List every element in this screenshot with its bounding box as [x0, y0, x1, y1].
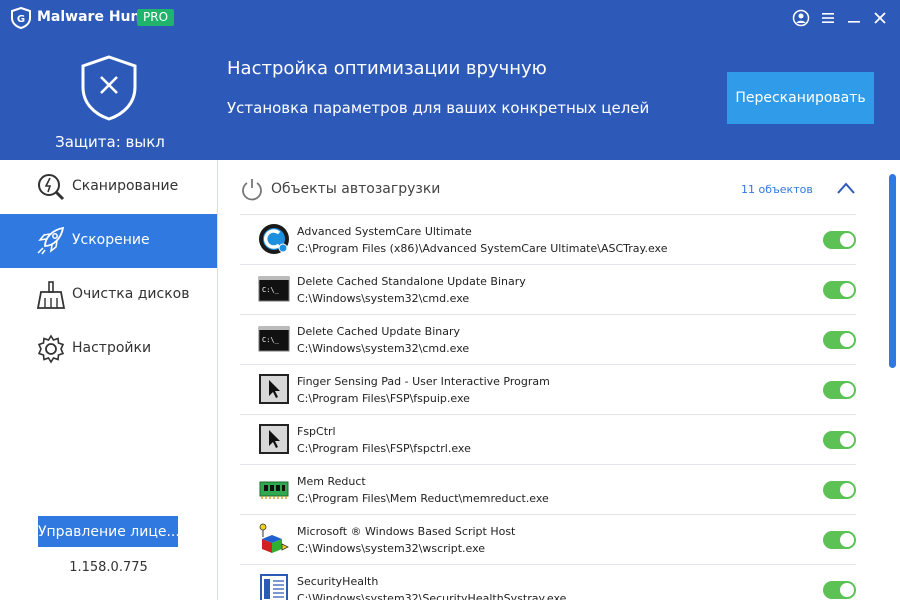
titlebar: G Malware Hunter PRO — [0, 0, 900, 36]
startup-toggle[interactable] — [823, 581, 856, 599]
startup-toggle[interactable] — [823, 431, 856, 449]
toggle-knob — [840, 383, 854, 397]
item-path: C:\Program Files\Mem Reduct\memreduct.ex… — [297, 492, 549, 505]
scrollbar[interactable] — [889, 174, 896, 368]
power-icon — [242, 179, 262, 201]
items-count: 11 объектов — [741, 183, 813, 196]
protection-status: Защита: выкл — [55, 133, 165, 151]
startup-toggle[interactable] — [823, 281, 856, 299]
svg-text:C:\_: C:\_ — [262, 336, 280, 344]
minimize-icon[interactable] — [845, 9, 863, 27]
toggle-knob — [840, 583, 854, 597]
script-host-icon — [259, 523, 289, 553]
list-item: Finger Sensing Pad - User Interactive Pr… — [240, 365, 856, 415]
memory-chip-icon — [259, 481, 289, 499]
sidebar-item-disk-cleanup[interactable]: Очистка дисков — [0, 268, 217, 322]
app-logo-icon: G — [11, 7, 31, 29]
item-path: C:\Windows\system32\cmd.exe — [297, 342, 470, 355]
startup-panel: Объекты автозагрузки 11 объектов Advance… — [218, 160, 900, 600]
gear-icon — [37, 334, 65, 364]
startup-list: Advanced SystemCare Ultimate C:\Program … — [240, 215, 856, 600]
item-path: C:\Program Files\FSP\fspuip.exe — [297, 392, 470, 405]
rescan-button[interactable]: Пересканировать — [727, 72, 874, 124]
header: G Malware Hunter PRO Защита: выкл Настро… — [0, 0, 900, 160]
rocket-icon — [37, 226, 65, 255]
section-header: Объекты автозагрузки 11 объектов — [240, 160, 856, 215]
sidebar-item-label: Ускорение — [72, 232, 150, 248]
document-icon — [260, 574, 288, 600]
item-path: C:\Windows\system32\wscript.exe — [297, 542, 486, 555]
svg-text:G: G — [17, 14, 25, 25]
page-subtitle: Установка параметров для ваших конкретны… — [227, 99, 650, 117]
sidebar: Сканирование Ускорение Очистка дисков На… — [0, 160, 218, 600]
chevron-up-icon[interactable] — [836, 180, 856, 196]
item-name: Mem Reduct — [297, 475, 366, 488]
item-path: C:\Windows\system32\cmd.exe — [297, 292, 470, 305]
broom-icon — [36, 281, 66, 309]
license-management-button[interactable]: Управление лице... — [38, 516, 178, 547]
startup-toggle[interactable] — [823, 531, 856, 549]
shield-off-icon — [81, 55, 137, 121]
svg-text:C:\_: C:\_ — [262, 286, 280, 294]
pro-badge: PRO — [137, 9, 175, 26]
sidebar-item-settings[interactable]: Настройки — [0, 322, 217, 376]
sidebar-item-scan[interactable]: Сканирование — [0, 160, 217, 214]
item-path: C:\Program Files\FSP\fspctrl.exe — [297, 442, 471, 455]
startup-toggle[interactable] — [823, 231, 856, 249]
list-item: Mem Reduct C:\Program Files\Mem Reduct\m… — [240, 465, 856, 515]
item-name: FspCtrl — [297, 425, 336, 438]
account-icon[interactable] — [792, 9, 810, 27]
startup-toggle[interactable] — [823, 331, 856, 349]
menu-icon[interactable] — [819, 9, 837, 27]
item-path: C:\Program Files (x86)\Advanced SystemCa… — [297, 242, 668, 255]
list-item: FspCtrl C:\Program Files\FSP\fspctrl.exe — [240, 415, 856, 465]
toggle-knob — [840, 533, 854, 547]
list-item: Microsoft ® Windows Based Script Host C:… — [240, 515, 856, 565]
toggle-knob — [840, 233, 854, 247]
item-name: Microsoft ® Windows Based Script Host — [297, 525, 516, 538]
toggle-knob — [840, 483, 854, 497]
close-icon[interactable] — [871, 9, 889, 27]
cmd-icon: C:\_ — [258, 326, 290, 352]
list-item: C:\_ Delete Cached Standalone Update Bin… — [240, 265, 856, 315]
section-title: Объекты автозагрузки — [271, 181, 441, 197]
item-name: Delete Cached Standalone Update Binary — [297, 275, 526, 288]
toggle-knob — [840, 333, 854, 347]
cmd-icon: C:\_ — [258, 276, 290, 302]
version-label: 1.158.0.775 — [69, 560, 148, 575]
advanced-systemcare-icon — [259, 224, 289, 254]
item-name: Finger Sensing Pad - User Interactive Pr… — [297, 375, 550, 388]
item-name: Advanced SystemCare Ultimate — [297, 225, 472, 238]
startup-toggle[interactable] — [823, 481, 856, 499]
sidebar-item-label: Настройки — [72, 340, 152, 356]
toggle-knob — [840, 283, 854, 297]
scan-icon — [38, 174, 65, 201]
item-path: C:\Windows\system32\SecurityHealthSystra… — [297, 592, 567, 600]
item-name: SecurityHealth — [297, 575, 379, 588]
toggle-knob — [840, 433, 854, 447]
list-item: Advanced SystemCare Ultimate C:\Program … — [240, 215, 856, 265]
cursor-app-icon — [259, 374, 289, 404]
sidebar-item-acceleration[interactable]: Ускорение — [0, 214, 217, 268]
list-item: SecurityHealth C:\Windows\system32\Secur… — [240, 565, 856, 600]
cursor-app-icon — [259, 424, 289, 454]
startup-toggle[interactable] — [823, 381, 856, 399]
list-item: C:\_ Delete Cached Update Binary C:\Wind… — [240, 315, 856, 365]
item-name: Delete Cached Update Binary — [297, 325, 461, 338]
sidebar-item-label: Сканирование — [72, 178, 179, 194]
sidebar-item-label: Очистка дисков — [72, 286, 190, 302]
page-title: Настройка оптимизации вручную — [227, 58, 547, 79]
